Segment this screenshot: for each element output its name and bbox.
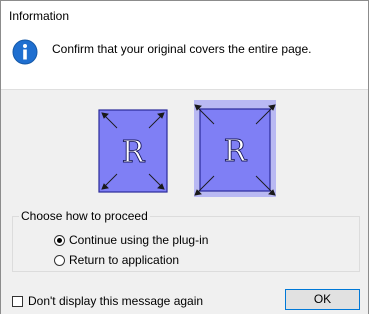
info-icon	[12, 39, 38, 65]
radio-button[interactable]	[54, 254, 65, 266]
message-area: Confirm that your original covers the en…	[1, 31, 368, 89]
dialog-body: R R Choose how to proceed Continue using…	[1, 89, 368, 314]
radio-return-application[interactable]: Return to application	[54, 252, 179, 268]
radio-label: Continue using the plug-in	[69, 233, 209, 247]
illustration-letter: R	[224, 134, 248, 169]
document-illustration-icon: R	[98, 109, 168, 193]
illustration-letter: R	[122, 135, 146, 170]
window-title: Information	[9, 9, 70, 23]
title-bar[interactable]: Information	[1, 1, 368, 31]
dialog-window: Information Confirm that your original c…	[0, 0, 369, 314]
document-covered-illustration-icon: R	[194, 100, 276, 197]
radio-label: Return to application	[69, 253, 180, 267]
radio-continue-plugin[interactable]: Continue using the plug-in	[54, 232, 208, 248]
radio-button-selected[interactable]	[54, 234, 65, 246]
groupbox-legend: Choose how to proceed	[19, 209, 150, 223]
message-text: Confirm that your original covers the en…	[52, 42, 312, 56]
proceed-groupbox: Choose how to proceed Continue using the…	[12, 209, 360, 272]
checkbox-label: Don't display this message again	[28, 294, 204, 308]
dont-display-checkbox[interactable]	[12, 295, 23, 307]
dont-display-checkbox-row[interactable]: Don't display this message again	[12, 294, 203, 308]
ok-button[interactable]: OK	[285, 289, 360, 310]
